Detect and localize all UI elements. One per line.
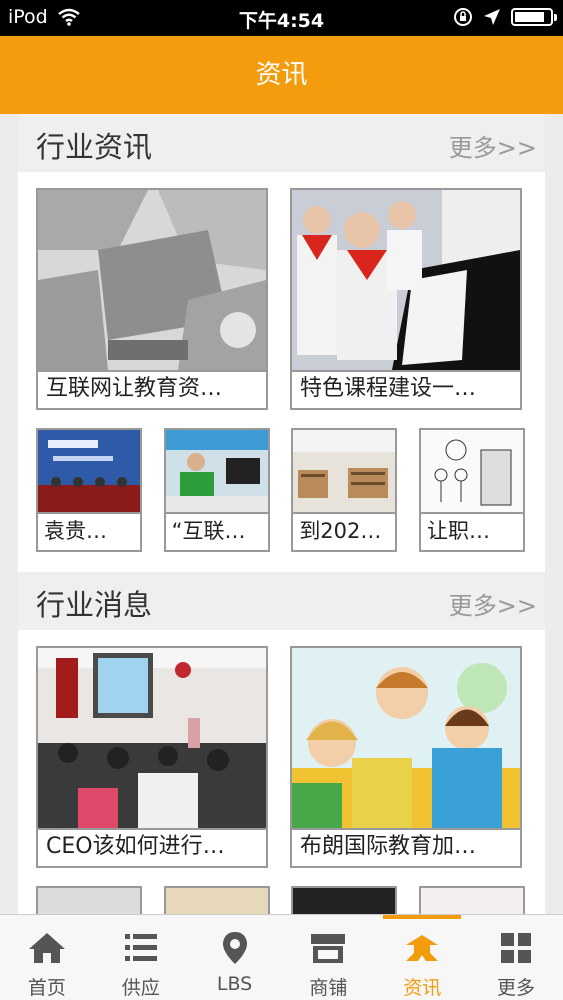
location-pin-icon <box>222 932 247 964</box>
more-link[interactable]: 更多>> <box>449 128 537 163</box>
tab-label: 资讯 <box>403 977 442 999</box>
news-caption: 到202… <box>299 519 382 543</box>
news-image <box>38 648 266 830</box>
home-icon <box>28 933 65 963</box>
news-card[interactable] <box>418 886 525 914</box>
tab-label: 商铺 <box>309 977 348 999</box>
news-image <box>293 888 396 914</box>
news-image <box>292 190 520 372</box>
industry-news-section: 行业资讯 更多>> 互联网让教育资… 特色课程建设一… 袁贵… “互联… 到20… <box>18 114 545 572</box>
section-title: 行业消息 <box>36 588 153 622</box>
tab-label: 供应 <box>121 977 160 999</box>
news-card[interactable]: CEO该如何进行… <box>36 646 268 868</box>
list-icon <box>124 934 157 961</box>
news-caption: 布朗国际教育加… <box>300 834 477 859</box>
status-bar: iPod 下午4:54 <box>0 0 563 36</box>
news-caption: “互联… <box>171 519 246 543</box>
tab-home[interactable]: 首页 <box>0 915 94 1000</box>
page-title: 资讯 <box>255 60 308 90</box>
location-arrow-icon <box>484 9 500 25</box>
news-card[interactable] <box>163 886 270 914</box>
news-image <box>420 430 523 514</box>
news-card[interactable] <box>291 886 398 914</box>
section-header: 行业资讯 更多>> <box>18 114 545 172</box>
tab-more[interactable]: 更多 <box>469 915 563 1000</box>
news-image <box>38 190 266 372</box>
news-card[interactable]: 袁贵… <box>36 428 142 552</box>
news-caption: 让职… <box>426 519 490 543</box>
news-icon <box>406 935 439 961</box>
news-card[interactable]: 特色课程建设一… <box>290 188 522 410</box>
tab-supply[interactable]: 供应 <box>94 915 188 1000</box>
news-card[interactable] <box>36 886 142 914</box>
rotation-lock-icon <box>454 8 472 26</box>
news-image <box>420 888 523 914</box>
battery-icon <box>511 8 557 26</box>
grid-icon <box>501 933 532 963</box>
news-card[interactable]: 互联网让教育资… <box>36 188 268 410</box>
tab-store[interactable]: 商铺 <box>281 915 375 1000</box>
section-header: 行业消息 更多>> <box>18 572 545 630</box>
news-card[interactable]: 布朗国际教育加… <box>290 646 522 868</box>
tab-lbs[interactable]: LBS <box>188 915 282 1000</box>
tab-label: 首页 <box>27 977 66 999</box>
more-link[interactable]: 更多>> <box>449 586 537 621</box>
news-caption: 特色课程建设一… <box>300 376 477 401</box>
tab-label: LBS <box>216 973 253 995</box>
news-image <box>293 430 396 514</box>
news-image <box>38 888 140 914</box>
news-image <box>165 888 268 914</box>
news-caption: CEO该如何进行… <box>46 834 225 859</box>
news-card[interactable]: 到202… <box>291 428 398 552</box>
news-card[interactable]: “互联… <box>163 428 270 552</box>
tab-news[interactable]: 资讯 <box>375 915 469 1000</box>
news-caption: 互联网让教育资… <box>46 376 223 401</box>
bottom-tab-bar: 首页 供应 LBS 商铺 资讯 更多 <box>0 914 563 1000</box>
industry-messages-section: 行业消息 更多>> CEO该如何进行… 布朗国际教育加… <box>18 572 545 914</box>
news-card[interactable]: 让职… <box>418 428 525 552</box>
store-icon <box>311 934 346 963</box>
tab-label: 更多 <box>497 977 536 999</box>
news-content[interactable]: 行业资讯 更多>> 互联网让教育资… 特色课程建设一… 袁贵… “互联… 到20… <box>18 114 545 914</box>
section-title: 行业资讯 <box>36 130 153 164</box>
page-header: 资讯 <box>0 36 563 114</box>
news-caption: 袁贵… <box>44 519 107 543</box>
news-image <box>292 648 520 830</box>
news-image <box>38 430 140 514</box>
news-image <box>165 430 268 514</box>
